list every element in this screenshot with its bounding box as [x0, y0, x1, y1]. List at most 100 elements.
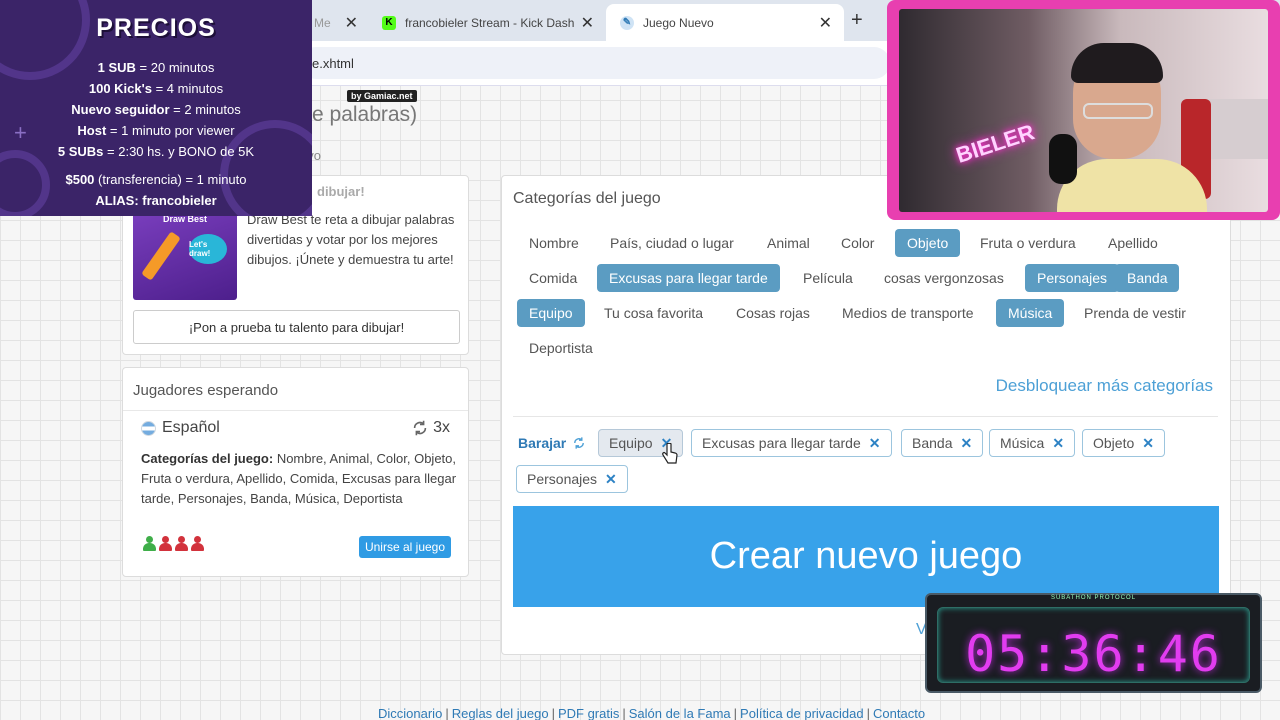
neon-sign: BIELER — [952, 119, 1038, 168]
category-option[interactable]: Deportista — [517, 334, 605, 362]
footer-link[interactable]: Contacto — [873, 706, 925, 720]
selected-category-chip: Excusas para llegar tarde ✕ — [691, 429, 892, 457]
category-option[interactable]: Equipo — [517, 299, 585, 327]
draw-best-image[interactable]: Draw Best Let's draw! — [133, 208, 237, 300]
selected-category-chip: Banda ✕ — [901, 429, 984, 457]
price-value: = 4 minutos — [151, 81, 224, 96]
timer-value: 05:36:46 — [965, 625, 1222, 683]
price-value: = 1 minuto por viewer — [106, 123, 235, 138]
waiting-players-panel: Jugadores esperando Español 3x Categoría… — [122, 367, 469, 577]
category-option[interactable]: Comida — [517, 264, 589, 292]
chip-label: Excusas para llegar tarde — [702, 435, 861, 451]
category-option[interactable]: País, ciudad o lugar — [598, 229, 746, 257]
remove-icon[interactable]: ✕ — [1052, 435, 1064, 452]
promo-heading: dibujar! — [317, 184, 365, 199]
close-icon[interactable]: ✕ — [345, 13, 358, 33]
price-key: 100 Kick's — [88, 81, 152, 96]
game-language: Español — [141, 419, 220, 437]
category-option[interactable]: Tu cosa favorita — [592, 299, 715, 327]
price-line: 100 Kick's = 4 minutos — [0, 78, 312, 99]
category-option[interactable]: Animal — [755, 229, 822, 257]
category-option[interactable]: Prenda de vestir — [1072, 299, 1198, 327]
rounds-count: 3x — [433, 419, 450, 436]
price-line: $500 (transferencia) = 1 minuto — [0, 169, 312, 190]
remove-icon[interactable]: ✕ — [605, 471, 617, 488]
category-option[interactable]: Banda — [1115, 264, 1180, 292]
categories-label: Categorías del juego: — [141, 451, 274, 466]
timer-display: 05:36:46 — [937, 607, 1250, 683]
category-option[interactable]: Medios de transporte — [830, 299, 986, 327]
footer-link[interactable]: Salón de la Fama — [629, 706, 731, 720]
chip-label: Personajes — [527, 471, 598, 487]
player-avatar-icon — [191, 536, 204, 552]
refresh-icon — [574, 437, 585, 449]
streamer — [1057, 39, 1207, 212]
close-icon[interactable]: ✕ — [819, 13, 832, 33]
price-key: 5 SUBs — [57, 144, 104, 159]
timer-label: SUBATHON PROTOCOL — [1050, 595, 1137, 601]
category-option[interactable]: Apellido — [1096, 229, 1170, 257]
waiting-categories: Categorías del juego: Nombre, Animal, Co… — [141, 449, 459, 509]
price-line: Nuevo seguidor = 2 minutos — [0, 99, 312, 120]
player-avatar-icon — [175, 536, 188, 552]
link-separator: | — [622, 706, 626, 720]
prices-title: PRECIOS — [96, 14, 216, 42]
link-separator: | — [733, 706, 738, 720]
divider — [123, 410, 468, 411]
price-key: ALIAS: francobieler — [95, 193, 217, 208]
category-option[interactable]: Cosas rojas — [724, 299, 822, 327]
footer-link[interactable]: Reglas del juego — [452, 706, 549, 720]
footer-link[interactable]: Diccionario — [378, 706, 442, 720]
subathon-timer: SUBATHON PROTOCOL 05:36:46 — [925, 593, 1262, 693]
browser-tab-3[interactable]: ✎ Juego Nuevo ✕ — [606, 4, 844, 41]
remove-icon[interactable]: ✕ — [869, 435, 881, 452]
price-key: 1 SUB — [97, 60, 136, 75]
price-key: $500 — [65, 172, 95, 187]
join-game-button[interactable]: Unirse al juego — [359, 536, 451, 558]
category-option[interactable]: cosas vergonzosas — [872, 264, 1016, 292]
kick-logo-icon: K — [382, 15, 396, 30]
category-option[interactable]: Color — [829, 229, 886, 257]
link-separator: | — [445, 706, 449, 720]
url-field[interactable]: e.xhtml — [300, 47, 890, 79]
category-option[interactable]: Música — [996, 299, 1065, 327]
category-option[interactable]: Película — [791, 264, 865, 292]
category-option[interactable]: Nombre — [517, 229, 591, 257]
rounds-indicator: 3x — [411, 419, 450, 437]
chip-label: Objeto — [1093, 435, 1135, 451]
remove-icon[interactable]: ✕ — [1142, 435, 1154, 452]
link-separator: | — [866, 706, 871, 720]
create-game-button[interactable]: Crear nuevo juego — [513, 506, 1219, 607]
microphone — [1049, 134, 1077, 184]
try-drawing-button[interactable]: ¡Pon a prueba tu talento para dibujar! — [133, 310, 460, 344]
category-option[interactable]: Personajes — [1025, 264, 1120, 292]
unlock-categories-link[interactable]: Desbloquear más categorías — [996, 376, 1213, 396]
streamer-body — [1057, 159, 1207, 212]
speech-bubble: Let's draw! — [189, 234, 227, 264]
streamer-hair — [1071, 43, 1163, 83]
footer-links: Diccionario | Reglas del juego | PDF gratis |… — [378, 706, 925, 720]
chip-label: Música — [1000, 435, 1045, 451]
selected-category-chip: Objeto ✕ — [1082, 429, 1165, 457]
new-tab-icon[interactable]: + — [851, 9, 863, 32]
glasses — [1083, 103, 1153, 119]
remove-icon[interactable]: ✕ — [960, 435, 972, 452]
footer-link[interactable]: Política de privacidad — [740, 706, 864, 720]
shuffle-button[interactable]: Barajar — [518, 435, 586, 451]
category-option[interactable]: Excusas para llegar tarde — [597, 264, 780, 292]
tab-title: francobieler Stream - Kick Dash — [405, 15, 575, 30]
browser-tab-2[interactable]: K francobieler Stream - Kick Dash ✕ — [368, 4, 606, 41]
price-list: 1 SUB = 20 minutos 100 Kick's = 4 minutos… — [0, 57, 312, 211]
footer-link[interactable]: PDF gratis — [558, 706, 619, 720]
pencil-icon — [141, 231, 181, 281]
panel-title: Jugadores esperando — [133, 382, 279, 399]
selected-category-chip: Personajes ✕ — [516, 465, 628, 493]
language-label: Español — [162, 419, 220, 436]
price-line: ALIAS: francobieler — [0, 190, 312, 211]
price-value: = 2 minutos — [169, 102, 241, 117]
new-game-panel: Categorías del juego Nombre País, ciudad … — [501, 175, 1231, 655]
category-option[interactable]: Objeto — [895, 229, 961, 257]
category-option[interactable]: Fruta o verdura — [968, 229, 1088, 257]
close-icon[interactable]: ✕ — [581, 13, 594, 33]
